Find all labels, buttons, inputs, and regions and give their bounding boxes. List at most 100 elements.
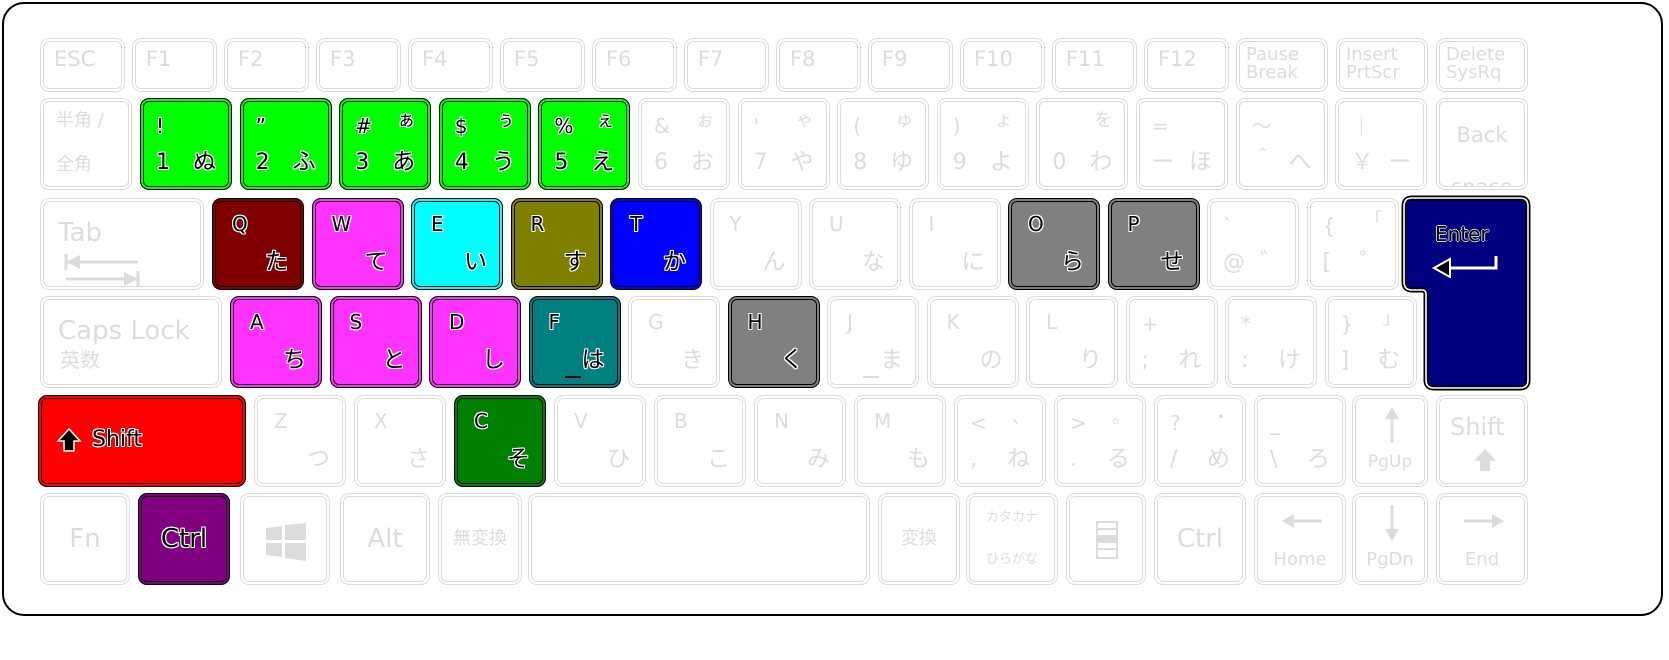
key-e[interactable]: Eい xyxy=(411,198,503,290)
key-f9[interactable]: F9 xyxy=(868,38,953,92)
key-8[interactable]: (ゅ 8 ゆ xyxy=(837,98,930,190)
key-insert[interactable]: Insert PrtScr xyxy=(1336,38,1428,92)
key-6[interactable]: & ぉ 6 お xyxy=(638,98,730,190)
key-label: F12 xyxy=(1158,47,1197,71)
key-enter[interactable]: Enter xyxy=(1400,194,1534,394)
key-backspace[interactable]: Back space xyxy=(1436,98,1528,190)
key-g[interactable]: Gき xyxy=(628,296,720,388)
key-h[interactable]: Hく xyxy=(727,296,820,388)
key-r[interactable]: Rす xyxy=(510,198,603,290)
key-pgup[interactable]: PgUp xyxy=(1352,395,1428,487)
key-kana: ゛ xyxy=(1260,249,1283,275)
key-yen[interactable]: ｜ ￥ ー xyxy=(1335,98,1428,190)
key-j[interactable]: Jま xyxy=(827,296,919,388)
key-l[interactable]: Lり xyxy=(1026,296,1118,388)
key-bracket-close[interactable]: } 」] む xyxy=(1324,296,1417,388)
key-shift-right[interactable]: Shift xyxy=(1436,395,1528,487)
key-bracket-open[interactable]: {「 [゜ xyxy=(1306,198,1399,290)
key-home[interactable]: Home xyxy=(1254,493,1346,585)
key-f6[interactable]: F6 xyxy=(592,38,677,92)
key-t[interactable]: Tか xyxy=(610,198,702,290)
key-f5[interactable]: F5 xyxy=(500,38,585,92)
key-p[interactable]: Pせ xyxy=(1107,198,1200,290)
key-base-symbol: ; xyxy=(1141,348,1149,373)
key-pause[interactable]: Pause Break xyxy=(1236,38,1328,92)
key-0[interactable]: を 0わ xyxy=(1036,98,1129,190)
key-y[interactable]: Yん xyxy=(709,198,802,290)
key-f[interactable]: Fは xyxy=(528,296,621,388)
key-henkan[interactable]: 変換 xyxy=(878,493,960,585)
key-caret[interactable]: ～ ＾ へ xyxy=(1235,98,1328,190)
key-fn[interactable]: Fn xyxy=(40,493,130,585)
key-k[interactable]: Kの xyxy=(926,296,1019,388)
key-ctrl-left[interactable]: Ctrl xyxy=(138,493,230,585)
key-hankaku[interactable]: 半角 /全角漢字 xyxy=(40,98,132,190)
key-tab[interactable]: Tab xyxy=(40,198,204,290)
key-7[interactable]: ' ゃ 7 や xyxy=(737,98,830,190)
key-backslash[interactable]: _ \ ろ xyxy=(1254,395,1346,487)
key-delete[interactable]: Delete SysRq xyxy=(1436,38,1528,92)
key-kana: つ xyxy=(307,446,330,472)
key-shift-left[interactable]: Shift xyxy=(38,395,246,487)
key-i[interactable]: Iに xyxy=(908,198,1001,290)
key-c[interactable]: Cそ xyxy=(454,395,546,487)
key-o[interactable]: Oら xyxy=(1008,198,1100,290)
key-kana: か xyxy=(663,249,686,275)
key-v[interactable]: Vひ xyxy=(554,395,646,487)
key-muhenkan[interactable]: 無変換 xyxy=(438,493,522,585)
key-ctrl-right[interactable]: Ctrl xyxy=(1154,493,1246,585)
key-kana[interactable]: カタカナひらがなローマ字 xyxy=(966,493,1058,585)
shift-arrow-icon xyxy=(1474,449,1496,471)
key-comma[interactable]: < 、, ね xyxy=(954,395,1046,487)
key-f4[interactable]: F4 xyxy=(408,38,493,92)
key-win[interactable] xyxy=(240,493,330,585)
key-u[interactable]: Uな xyxy=(809,198,901,290)
key-m[interactable]: Mも xyxy=(854,395,946,487)
key-n[interactable]: Nみ xyxy=(754,395,846,487)
key-menu[interactable] xyxy=(1066,493,1146,585)
key-5[interactable]: % ぇ 5 え xyxy=(538,98,631,190)
key-w[interactable]: Wて xyxy=(311,198,404,290)
key-f7[interactable]: F7 xyxy=(684,38,769,92)
key-s[interactable]: Sと xyxy=(329,296,422,388)
key-end[interactable]: End xyxy=(1436,493,1528,585)
key-q[interactable]: Qた xyxy=(212,198,304,290)
key-a[interactable]: Aち xyxy=(230,296,322,388)
key-4[interactable]: $ ぅ 4 う xyxy=(438,98,531,190)
key-f2[interactable]: F2 xyxy=(224,38,309,92)
key-label: Shift xyxy=(92,427,143,452)
key-kana: た xyxy=(265,249,288,275)
key-base-symbol: , xyxy=(970,447,977,472)
key-1[interactable]: ! 1 ぬ xyxy=(140,98,232,190)
key-label: F1 xyxy=(146,47,172,71)
key-label: Ctrl xyxy=(1176,524,1224,554)
key-semicolon[interactable]: +; れ xyxy=(1125,296,1218,388)
key-f8[interactable]: F8 xyxy=(776,38,861,92)
key-esc[interactable]: ESC xyxy=(40,38,125,92)
key-f3[interactable]: F3 xyxy=(316,38,401,92)
key-at[interactable]: ` @ ゛ xyxy=(1207,198,1299,290)
key-f12[interactable]: F12 xyxy=(1144,38,1229,92)
key-d[interactable]: Dし xyxy=(429,296,521,388)
key-b[interactable]: Bこ xyxy=(654,395,746,487)
key-label: F3 xyxy=(330,47,356,71)
key-space[interactable] xyxy=(528,493,870,585)
key-period[interactable]: > 。. る xyxy=(1054,395,1146,487)
key-f1[interactable]: F1 xyxy=(132,38,217,92)
key-letter: K xyxy=(946,310,960,334)
key-x[interactable]: Xさ xyxy=(354,395,446,487)
key-alt[interactable]: Alt xyxy=(340,493,430,585)
key-kana: き xyxy=(681,347,704,373)
key-pgdn[interactable]: PgDn xyxy=(1352,493,1428,585)
key-3[interactable]: # ぁ 3 あ xyxy=(339,98,432,190)
key-slash[interactable]: ? ・ / め xyxy=(1154,395,1246,487)
key-f11[interactable]: F11 xyxy=(1052,38,1137,92)
key-f10[interactable]: F10 xyxy=(960,38,1045,92)
key-9[interactable]: ) ょ 9 よ xyxy=(936,98,1029,190)
key-minus[interactable]: = ーほ xyxy=(1136,98,1228,190)
key-colon[interactable]: *: け xyxy=(1225,296,1317,388)
key-z[interactable]: Zつ xyxy=(254,395,346,487)
key-2[interactable]: ” 2 ふ xyxy=(239,98,332,190)
key-capslock[interactable]: Caps Lock 英数 xyxy=(40,296,222,388)
key-label: 変換 xyxy=(901,528,937,549)
